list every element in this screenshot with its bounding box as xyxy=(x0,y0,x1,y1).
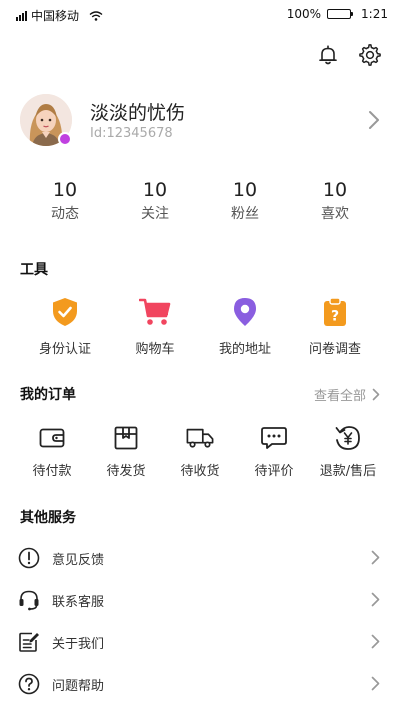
stat-label: 喜欢 xyxy=(321,206,349,222)
service-label: 意见反馈 xyxy=(52,552,105,568)
comment-icon xyxy=(260,424,288,452)
service-about-us[interactable]: 关于我们 xyxy=(18,621,384,663)
service-label: 关于我们 xyxy=(52,636,105,652)
stat-posts[interactable]: 10 动态 xyxy=(20,178,110,226)
tool-label: 我的地址 xyxy=(218,342,271,357)
profile-name: 淡淡的忧伤 xyxy=(90,102,186,124)
tool-my-address[interactable]: 我的地址 xyxy=(200,296,290,357)
chevron-right-icon xyxy=(371,676,380,691)
order-label: 待付款 xyxy=(32,464,72,479)
stat-followers[interactable]: 10 粉丝 xyxy=(200,178,290,226)
tool-label: 身份认证 xyxy=(38,342,91,357)
tool-identity-verification[interactable]: 身份认证 xyxy=(20,296,110,357)
refund-icon xyxy=(334,424,362,452)
stat-value: 10 xyxy=(142,179,168,201)
package-icon xyxy=(112,424,140,452)
profile-id: Id:12345678 xyxy=(90,126,173,141)
location-pin-icon xyxy=(229,296,261,328)
chevron-right-icon xyxy=(372,388,380,401)
header-actions xyxy=(316,43,382,67)
avatar-badge-icon xyxy=(58,132,72,146)
headset-icon xyxy=(18,589,40,611)
truck-icon xyxy=(186,424,214,452)
chevron-right-icon xyxy=(371,634,380,649)
cart-icon xyxy=(139,296,171,328)
battery-icon xyxy=(327,9,354,19)
status-left: 中国移动 xyxy=(16,7,103,24)
clock: 1:21 xyxy=(361,7,388,21)
view-all-label: 查看全部 xyxy=(313,389,366,404)
orders-row: 待付款 待发货 待收货 待评价 退款/售后 xyxy=(15,424,385,479)
order-refund-after-sales[interactable]: 退款/售后 xyxy=(311,424,385,479)
service-feedback[interactable]: 意见反馈 xyxy=(18,537,384,579)
order-label: 待收货 xyxy=(180,464,220,479)
chevron-right-icon[interactable] xyxy=(368,110,380,130)
order-pending-receipt[interactable]: 待收货 xyxy=(163,424,237,479)
status-bar: 中国移动 100% 1:21 xyxy=(0,0,400,28)
tools-grid: 身份认证 购物车 我的地址 ? 问卷调查 xyxy=(20,296,380,357)
tool-shopping-cart[interactable]: 购物车 xyxy=(110,296,200,357)
exclamation-circle-icon xyxy=(18,547,40,569)
stat-likes[interactable]: 10 喜欢 xyxy=(290,178,380,226)
stats-row: 10 动态 10 关注 10 粉丝 10 喜欢 xyxy=(20,178,380,226)
stat-label: 动态 xyxy=(51,206,79,222)
stat-value: 10 xyxy=(232,179,258,201)
chevron-right-icon xyxy=(371,592,380,607)
tool-survey[interactable]: ? 问卷调查 xyxy=(290,296,380,357)
stat-value: 10 xyxy=(52,179,78,201)
bell-icon[interactable] xyxy=(316,43,340,67)
stat-label: 关注 xyxy=(141,206,169,222)
chevron-right-icon xyxy=(371,550,380,565)
services-list: 意见反馈 联系客服 关于我们 问题帮助 xyxy=(18,537,384,705)
tool-label: 问卷调查 xyxy=(308,342,361,357)
services-title: 其他服务 xyxy=(20,510,76,526)
gear-icon[interactable] xyxy=(358,43,382,67)
order-label: 退款/售后 xyxy=(319,464,377,479)
profile-card[interactable]: 淡淡的忧伤 Id:12345678 xyxy=(20,94,384,148)
orders-title: 我的订单 xyxy=(20,387,76,403)
service-label: 联系客服 xyxy=(52,594,105,610)
tools-title: 工具 xyxy=(20,262,48,278)
order-pending-payment[interactable]: 待付款 xyxy=(15,424,89,479)
battery-percent: 100% xyxy=(286,7,322,21)
wifi-icon xyxy=(89,10,103,21)
order-label: 待评价 xyxy=(254,464,294,479)
orders-header: 我的订单 查看全部 xyxy=(20,384,380,404)
shield-check-icon xyxy=(49,296,81,328)
svg-text:?: ? xyxy=(331,309,339,325)
stat-value: 10 xyxy=(322,179,348,201)
tool-label: 购物车 xyxy=(135,342,175,357)
wallet-icon xyxy=(38,424,66,452)
stat-following[interactable]: 10 关注 xyxy=(110,178,200,226)
clipboard-question-icon: ? xyxy=(319,296,351,328)
signal-icon xyxy=(16,10,27,21)
status-right: 100% 1:21 xyxy=(287,7,388,21)
order-label: 待发货 xyxy=(106,464,146,479)
order-pending-shipment[interactable]: 待发货 xyxy=(89,424,163,479)
service-help[interactable]: 问题帮助 xyxy=(18,663,384,705)
edit-note-icon xyxy=(18,631,40,653)
view-all-orders-link[interactable]: 查看全部 xyxy=(314,385,380,404)
service-label: 问题帮助 xyxy=(52,678,105,694)
question-circle-icon xyxy=(18,673,40,695)
stat-label: 粉丝 xyxy=(231,206,259,222)
carrier-label: 中国移动 xyxy=(31,9,80,23)
service-contact-support[interactable]: 联系客服 xyxy=(18,579,384,621)
order-pending-review[interactable]: 待评价 xyxy=(237,424,311,479)
